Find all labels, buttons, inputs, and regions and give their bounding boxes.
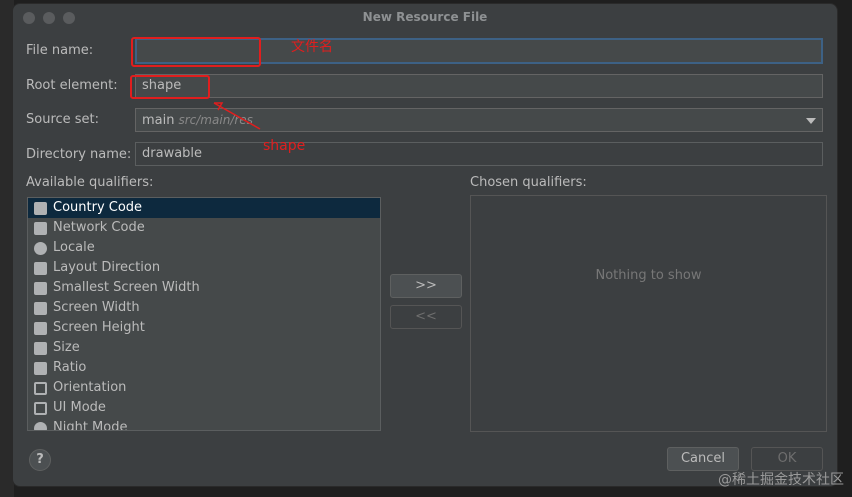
size-icon [34,341,47,355]
qualifier-label: UI Mode [53,400,106,415]
ui-mode-icon [34,401,47,415]
globe-icon [34,241,47,255]
qualifier-item[interactable]: Layout Direction [28,258,380,278]
network-icon [34,221,47,235]
qualifier-item[interactable]: Country Code [28,198,380,218]
title-bar: New Resource File [13,4,837,32]
qualifier-item[interactable]: UI Mode [28,398,380,418]
qualifier-label: Orientation [53,380,127,395]
qualifier-label: Screen Width [53,300,140,315]
chevron-down-icon [806,118,816,124]
add-qualifier-button[interactable]: >> [390,274,462,298]
annotation-box-root-element [130,75,210,99]
qualifier-label: Night Mode [53,420,128,431]
source-set-label: Source set: [26,112,100,127]
available-qualifiers-label: Available qualifiers: [26,175,154,190]
help-button[interactable]: ? [29,449,51,471]
qualifier-item[interactable]: Screen Height [28,318,380,338]
screen-width-icon [34,301,47,315]
root-element-label: Root element: [26,78,118,93]
smallest-width-icon [34,281,47,295]
empty-state-text: Nothing to show [595,268,702,283]
qualifier-label: Screen Height [53,320,145,335]
source-set-value: main [142,113,175,128]
directory-name-label: Directory name: [26,147,132,162]
qualifier-item[interactable]: Smallest Screen Width [28,278,380,298]
annotation-box-file-name [131,37,261,67]
file-name-label: File name: [26,43,94,58]
qualifier-label: Locale [53,240,95,255]
directory-name-input[interactable]: drawable [135,142,823,166]
qualifier-label: Layout Direction [53,260,161,275]
qualifier-item[interactable]: Screen Width [28,298,380,318]
screen-height-icon [34,321,47,335]
qualifier-label: Size [53,340,80,355]
dialog-title: New Resource File [362,10,488,24]
qualifier-item[interactable]: Orientation [28,378,380,398]
chosen-qualifiers-list[interactable]: Nothing to show [470,195,827,432]
watermark: @稀土掘金技术社区 [718,472,844,488]
orientation-icon [34,381,47,395]
flag-icon [34,201,47,215]
remove-qualifier-button[interactable]: << [390,305,462,329]
qualifier-item[interactable]: Size [28,338,380,358]
new-resource-file-dialog: New Resource File File name: Root elemen… [12,3,838,487]
qualifier-label: Ratio [53,360,87,375]
ok-button[interactable]: OK [751,447,823,471]
qualifier-item[interactable]: Ratio [28,358,380,378]
night-mode-icon [34,421,47,430]
annotation-arrow-icon [213,102,261,130]
annotation-root-element-note: shape [263,138,306,154]
available-qualifiers-list[interactable]: Country Code Network Code Locale Layout Dir… [27,197,381,431]
ratio-icon [34,361,47,375]
qualifier-label: Country Code [53,200,143,215]
cancel-button[interactable]: Cancel [667,447,739,471]
root-element-input[interactable]: shape [135,74,823,98]
qualifier-label: Network Code [53,220,145,235]
chosen-qualifiers-label: Chosen qualifiers: [470,175,587,190]
qualifier-item[interactable]: Network Code [28,218,380,238]
qualifier-item[interactable]: Locale [28,238,380,258]
qualifier-label: Smallest Screen Width [53,280,200,295]
annotation-file-name-note: 文件名 [291,39,333,55]
layout-direction-icon [34,261,47,275]
qualifier-item[interactable]: Night Mode [28,418,380,431]
